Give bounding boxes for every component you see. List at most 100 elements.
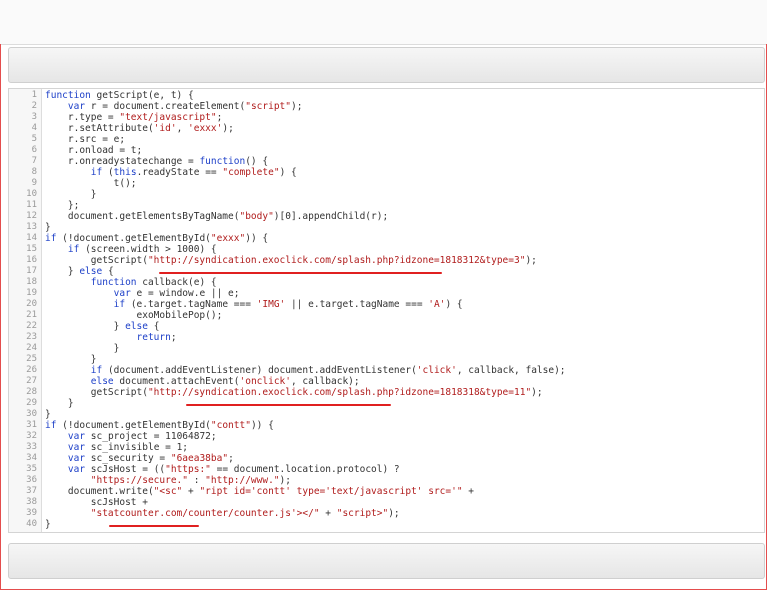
code-text: var sc_invisible = 1; <box>67 442 189 453</box>
code-text: r.type = "text/javascript"; <box>45 112 223 123</box>
line-number: 18 <box>26 277 37 287</box>
code-line: 7 r.onreadystatechange = function() { <box>9 156 764 167</box>
line-number: 11 <box>26 200 37 210</box>
code-line: 36 "https://secure." : "http://www."); <box>9 475 764 486</box>
line-number: 9 <box>31 178 37 188</box>
code-text: function callback(e) { <box>90 277 217 288</box>
line-number: 13 <box>26 222 37 232</box>
code-line: 28 getScript("http://syndication.exoclic… <box>9 387 764 398</box>
code-line: 34 var sc_security = "6aea38ba"; <box>9 453 764 464</box>
code-line: 13} <box>9 222 764 233</box>
code-text: if (!document.getElementById("contt")) { <box>45 420 274 431</box>
line-number: 33 <box>26 442 37 452</box>
line-number: 17 <box>26 266 37 276</box>
code-line: 30} <box>9 409 764 420</box>
code-text: if (e.target.tagName === 'IMG' || e.targ… <box>113 299 463 310</box>
line-number: 5 <box>31 134 37 144</box>
line-number: 31 <box>26 420 37 430</box>
code-text: getScript("http://syndication.exoclick.c… <box>45 255 537 266</box>
code-text: } <box>45 222 51 233</box>
code-text: if (screen.width > 1000) { <box>67 244 217 255</box>
code-line: 19 var e = window.e || e; <box>9 288 764 299</box>
code-text: r.onload = t; <box>45 145 143 156</box>
line-number: 23 <box>26 332 37 342</box>
code-line: 10 } <box>9 189 764 200</box>
code-line: 20 if (e.target.tagName === 'IMG' || e.t… <box>9 299 764 310</box>
code-text: "https://secure." : "http://www."); <box>90 475 291 486</box>
code-line: 35 var scJsHost = (("https:" == document… <box>9 464 764 475</box>
line-number: 37 <box>26 486 37 496</box>
line-number: 14 <box>26 233 37 243</box>
code-text: else document.attachEvent('onclick', cal… <box>90 376 360 387</box>
line-number: 39 <box>26 508 37 518</box>
code-text: "statcounter.com/counter/counter.js'></"… <box>90 508 400 519</box>
line-number: 6 <box>31 145 37 155</box>
code-text: } else { <box>45 266 114 277</box>
code-line: 25 } <box>9 354 764 365</box>
code-line: 12 document.getElementsByTagName("body")… <box>9 211 764 222</box>
code-line: 15 if (screen.width > 1000) { <box>9 244 764 255</box>
line-number: 8 <box>31 167 37 177</box>
code-line: 38 scJsHost + <box>9 497 764 508</box>
code-text: document.getElementsByTagName("body")[0]… <box>45 211 389 222</box>
code-editor[interactable]: 1 function getScript(e, t) {2 var r = doc… <box>8 88 765 533</box>
line-number: 22 <box>26 321 37 331</box>
code-line: 8 if (this.readyState == "complete") { <box>9 167 764 178</box>
code-line: 6 r.onload = t; <box>9 145 764 156</box>
line-number: 3 <box>31 112 37 122</box>
line-number: 7 <box>31 156 37 166</box>
line-number: 40 <box>26 519 37 529</box>
code-line: 4 r.setAttribute('id', 'exxx'); <box>9 123 764 134</box>
line-number: 34 <box>26 453 37 463</box>
code-text: } <box>45 189 97 200</box>
code-line: 37 document.write("<sc" + "ript id='cont… <box>9 486 764 497</box>
line-number: 21 <box>26 310 37 320</box>
line-number: 36 <box>26 475 37 485</box>
line-number: 29 <box>26 398 37 408</box>
line-number: 4 <box>31 123 37 133</box>
browser-top-area <box>0 0 767 45</box>
code-text: if (document.addEventListener) document.… <box>90 365 566 376</box>
code-text: r.setAttribute('id', 'exxx'); <box>45 123 234 134</box>
code-line: 18 function callback(e) { <box>9 277 764 288</box>
code-text: var e = window.e || e; <box>113 288 240 299</box>
code-text: function getScript(e, t) { <box>45 90 194 101</box>
code-text: } <box>45 409 51 420</box>
code-line: 3 r.type = "text/javascript"; <box>9 112 764 123</box>
code-text: } <box>45 343 120 354</box>
code-line: 16 getScript("http://syndication.exoclic… <box>9 255 764 266</box>
line-number: 38 <box>26 497 37 507</box>
code-text: r.onreadystatechange = function() { <box>45 156 269 167</box>
code-line: 39 "statcounter.com/counter/counter.js'>… <box>9 508 764 519</box>
code-text: var scJsHost = (("https:" == document.lo… <box>67 464 400 475</box>
code-line: 5 r.src = e; <box>9 134 764 145</box>
code-text: t(); <box>45 178 137 189</box>
code-text: } <box>45 519 51 530</box>
code-line: 26 if (document.addEventListener) docume… <box>9 365 764 376</box>
line-number: 25 <box>26 354 37 364</box>
code-text: }; <box>45 200 80 211</box>
code-text: if (!document.getElementById("exxx")) { <box>45 233 269 244</box>
annotation-underline-line-28 <box>186 404 391 406</box>
code-text: document.write("<sc" + "ript id='contt' … <box>45 486 475 497</box>
code-text: return; <box>136 332 177 343</box>
line-number: 10 <box>26 189 37 199</box>
code-line: 9 t(); <box>9 178 764 189</box>
code-text: getScript("http://syndication.exoclick.c… <box>45 387 543 398</box>
code-text: } <box>45 354 97 365</box>
code-line: 31 if (!document.getElementById("contt"))… <box>9 420 764 431</box>
code-line: 27 else document.attachEvent('onclick', … <box>9 376 764 387</box>
code-text: if (this.readyState == "complete") { <box>90 167 297 178</box>
code-text: } else { <box>45 321 160 332</box>
code-line: 24 } <box>9 343 764 354</box>
code-line: 23 return; <box>9 332 764 343</box>
annotation-underline-line-39 <box>109 525 199 527</box>
line-number: 27 <box>26 376 37 386</box>
line-number: 24 <box>26 343 37 353</box>
line-number: 19 <box>26 288 37 298</box>
code-text: var r = document.createElement("script")… <box>67 101 303 112</box>
line-number: 32 <box>26 431 37 441</box>
code-text: var sc_project = 11064872; <box>67 431 217 442</box>
line-number: 30 <box>26 409 37 419</box>
line-number: 1 <box>31 90 37 100</box>
